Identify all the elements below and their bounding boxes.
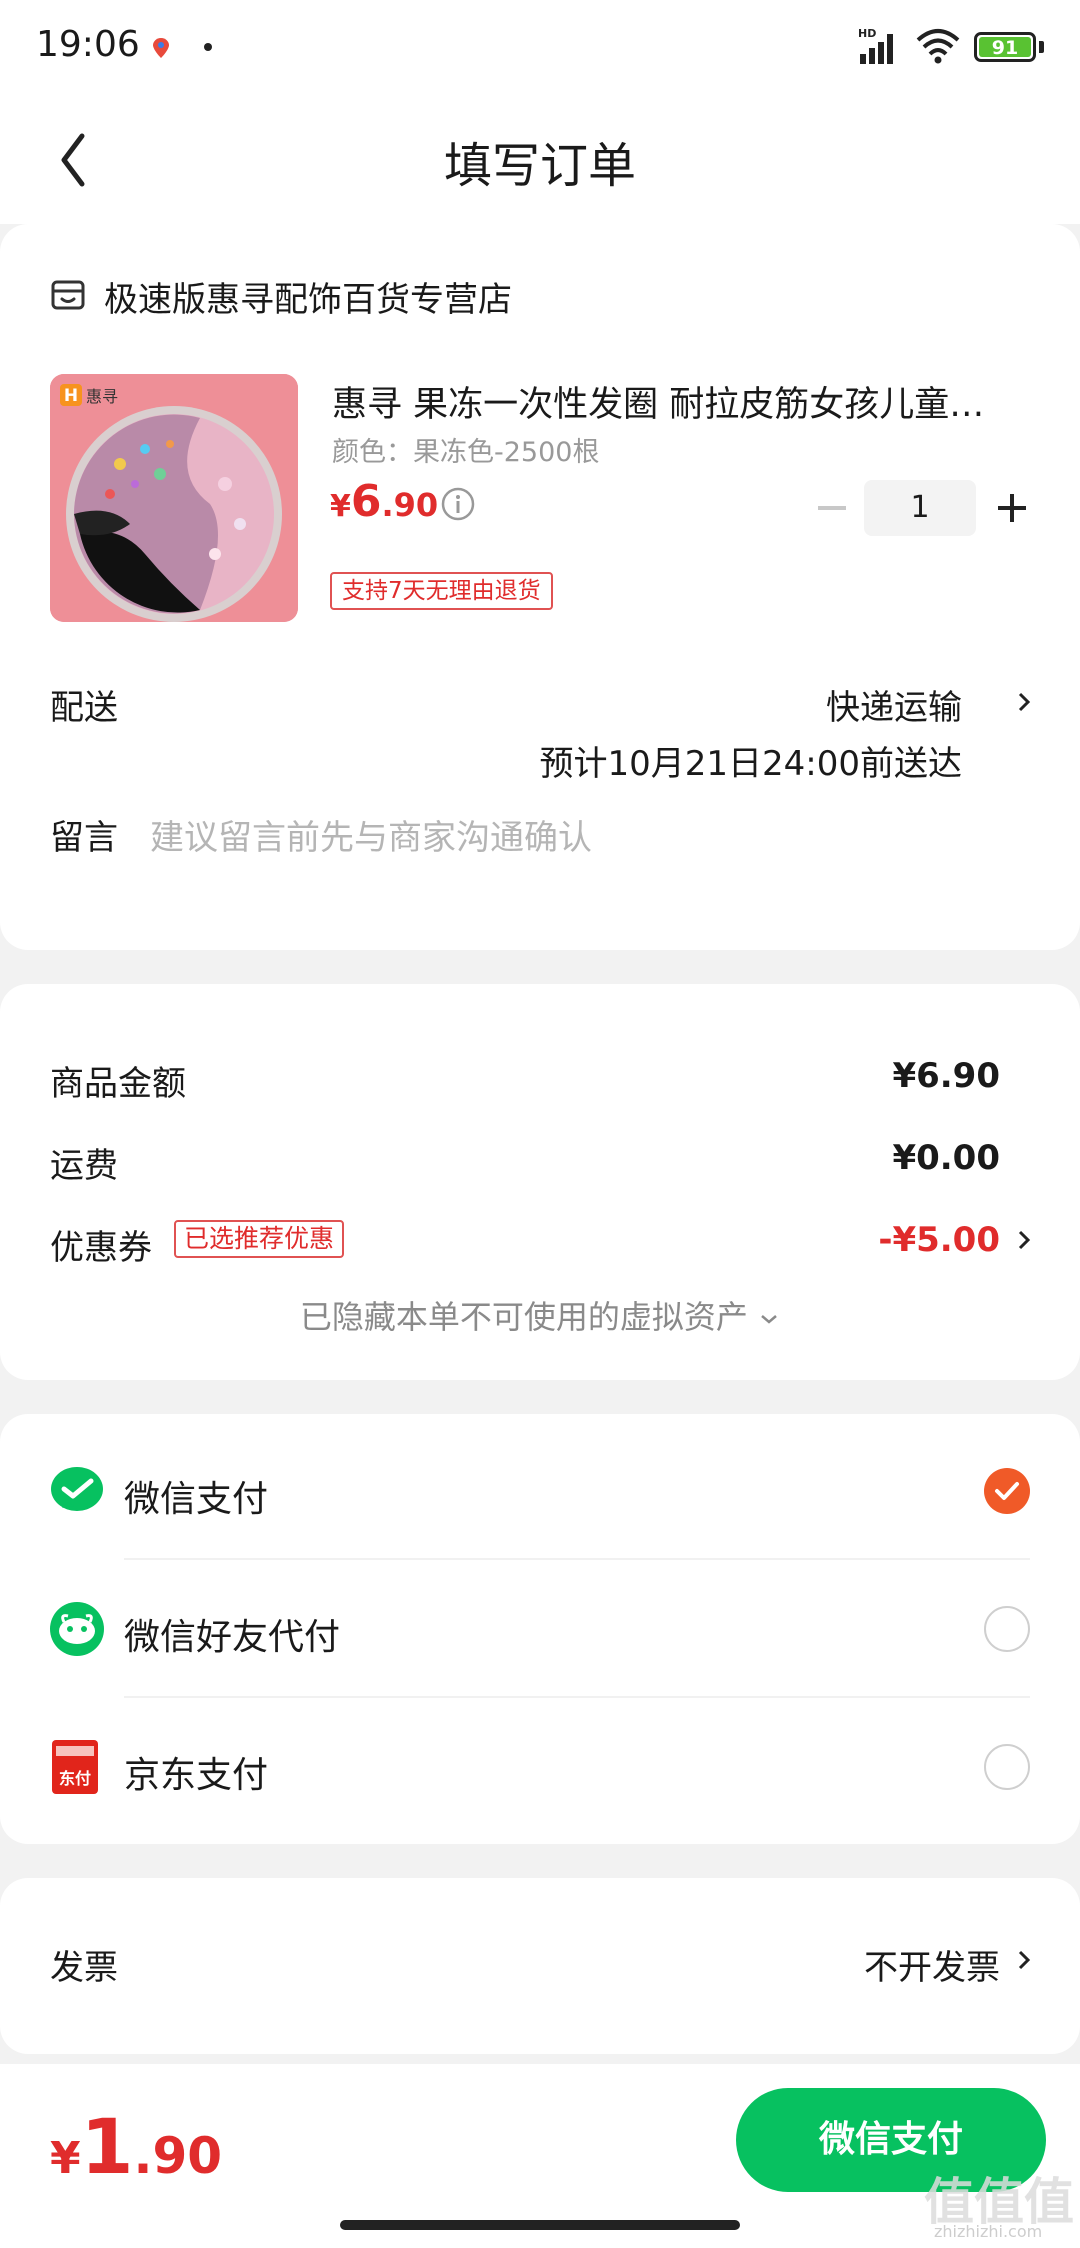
delivery-method[interactable]: 快递运输 [826,680,962,729]
home-indicator[interactable] [340,2220,740,2230]
coupon-label: 优惠券 [50,1228,152,1268]
status-bar: 19:06 HD 91 [0,0,1080,96]
battery-icon: 91 [974,32,1036,62]
battery-level: 91 [991,37,1019,59]
store-icon[interactable] [50,278,86,314]
status-time: 19:06 [36,24,140,65]
store-name[interactable]: 极速版惠寻配饰百货专营店 [104,272,512,321]
payment-label-wechat: 微信支付 [124,1479,269,1520]
shipping-value: ¥0.00 [892,1138,1000,1178]
coupon-chevron-icon[interactable] [1016,1226,1032,1254]
total-price: ¥1.90 [50,2102,223,2191]
delivery-estimate: 预计10月21日24:00前送达 [539,744,962,784]
remark-input[interactable]: 建议留言前先与商家沟通确认 [150,810,592,859]
quantity-field[interactable]: 1 [864,480,976,536]
radio-wechat-selected[interactable] [984,1468,1030,1514]
divider [124,1696,1030,1698]
page-title: 填写订单 [443,138,636,194]
product-price: ¥6.90 [330,476,439,527]
increase-quantity-button[interactable] [992,488,1032,528]
chevron-right-icon[interactable] [1016,688,1032,716]
product-image[interactable]: H 惠寻 [50,374,298,622]
divider [124,1558,1030,1560]
payment-label-jd: 京东支付 [124,1755,269,1796]
coupon-value[interactable]: -¥5.00 [878,1220,1000,1260]
coupon-tag: 已选推荐优惠 [174,1220,345,1258]
delivery-label: 配送 [50,688,118,728]
signal-icon: HD [858,27,893,64]
battery-tip [1039,41,1044,53]
goods-amount-label: 商品金额 [50,1064,186,1104]
notification-dot [204,43,212,51]
nav-bar: 填写订单 [0,96,1080,224]
wifi-icon [916,29,960,64]
check-icon [995,1482,1019,1500]
decrease-quantity-button[interactable] [812,488,852,528]
goods-amount-value: ¥6.90 [892,1056,1000,1096]
radio-wechat-friend[interactable] [984,1606,1030,1652]
remark-label: 留言 [50,818,118,858]
svg-text:H: H [64,386,78,406]
order-card: 极速版惠寻配饰百货专营店 H 惠寻 惠寻 果冻一次性发圈 耐拉皮筋女孩儿童… 颜… [0,224,1080,950]
product-title[interactable]: 惠寻 果冻一次性发圈 耐拉皮筋女孩儿童… [332,376,1012,427]
info-icon[interactable] [440,486,476,522]
shipping-label: 运费 [50,1146,118,1186]
watermark-url: zhizhizhi.com [934,2222,1043,2241]
invoice-chevron-icon[interactable] [1016,1946,1032,1974]
price-summary-card: 商品金额 ¥6.90 运费 ¥0.00 优惠券 已选推荐优惠 -¥5.00 已隐… [0,984,1080,1380]
invoice-label: 发票 [50,1948,118,1988]
radio-jd[interactable] [984,1744,1030,1790]
return-policy-tag: 支持7天无理由退货 [330,572,553,610]
svg-text:惠寻: 惠寻 [86,387,118,406]
chevron-down-icon [761,1315,777,1324]
svg-text:东付: 东付 [59,1769,91,1788]
wechat-pay-icon [51,1467,103,1511]
hidden-assets-toggle[interactable]: 已隐藏本单不可使用的虚拟资产 [0,1292,1080,1338]
invoice-value[interactable]: 不开发票 [864,1940,1000,1989]
product-photo: H 惠寻 [50,374,298,622]
svg-text:HD: HD [858,27,876,40]
wechat-friend-pay-icon [50,1602,104,1656]
location-icon [153,38,169,58]
payment-methods-card: 微信支付 微信好友代付 东付 京东支付 [0,1414,1080,1844]
jd-pay-icon: 东付 [52,1740,98,1794]
payment-label-wechat-friend: 微信好友代付 [124,1617,341,1658]
invoice-card[interactable]: 发票 不开发票 [0,1878,1080,2054]
product-spec[interactable]: 颜色：果冻色-2500根 [332,430,599,469]
